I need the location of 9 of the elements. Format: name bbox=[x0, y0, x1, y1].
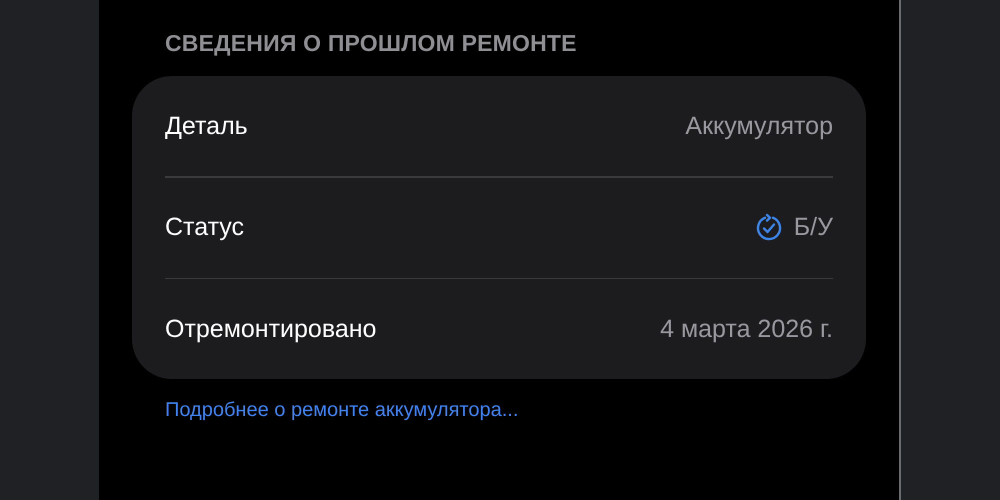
row-value: Б/У bbox=[794, 213, 833, 242]
row-value: 4 марта 2026 г. bbox=[660, 314, 833, 344]
row-label: Деталь bbox=[165, 112, 248, 140]
row-label: Отремонтировано bbox=[165, 314, 376, 344]
used-check-icon bbox=[754, 212, 784, 242]
row-value: Аккумулятор bbox=[685, 112, 833, 140]
section-title: СВЕДЕНИЯ О ПРОШЛОМ РЕМОНТЕ bbox=[164, 30, 578, 58]
row-label: Статус bbox=[165, 213, 244, 242]
repair-info-link[interactable]: Подробнее о ремонте аккумулятора... bbox=[165, 399, 518, 422]
